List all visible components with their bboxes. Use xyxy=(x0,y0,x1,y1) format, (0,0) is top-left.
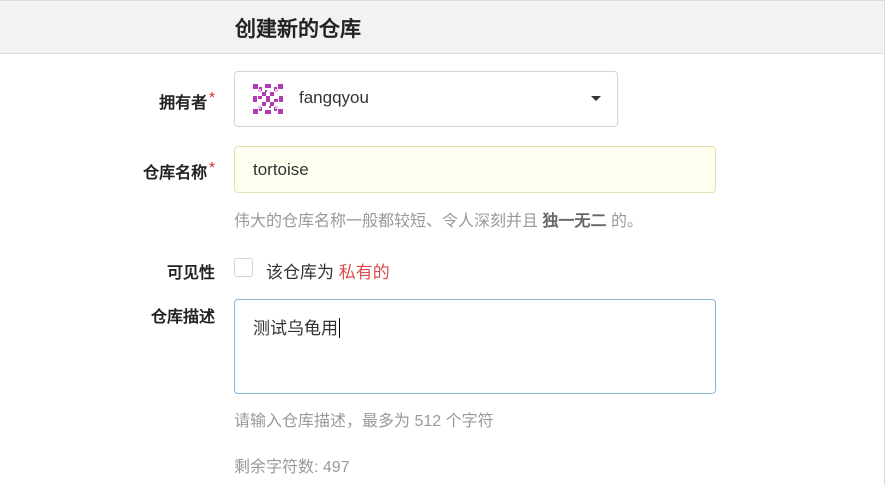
description-value: 测试乌龟用 xyxy=(253,319,338,338)
private-checkbox[interactable] xyxy=(234,258,253,277)
page-header: 创建新的仓库 xyxy=(0,0,885,54)
repo-name-label: 仓库名称 * xyxy=(143,159,215,183)
page-title: 创建新的仓库 xyxy=(235,18,361,41)
content-border xyxy=(884,52,885,485)
help-prefix: 伟大的仓库名称一般都较短、令人深刻并且 xyxy=(234,213,539,230)
description-textarea[interactable]: 测试乌龟用 xyxy=(234,299,716,394)
repo-name-label-text: 仓库名称 xyxy=(143,165,208,182)
repo-name-input[interactable]: tortoise xyxy=(234,146,716,193)
owner-label: 拥有者 * xyxy=(159,89,215,113)
private-checkbox-label[interactable]: 该仓库为 私有的 xyxy=(266,258,390,283)
help-suffix: 的。 xyxy=(610,213,643,230)
caret-down-icon xyxy=(591,96,601,101)
description-help: 请输入仓库描述，最多为 512 个字符 xyxy=(234,413,494,430)
required-mark: * xyxy=(209,89,215,106)
owner-name: fangqyou xyxy=(299,88,369,107)
repo-name-help: 伟大的仓库名称一般都较短、令人深刻并且 独一无二 的。 xyxy=(234,207,643,231)
checkbox-text: 该仓库为 xyxy=(266,263,334,282)
identicon-avatar xyxy=(253,84,283,114)
create-repo-page: 创建新的仓库 拥有者 * fangqyou 仓库名称 * tortoise 伟大… xyxy=(0,0,890,485)
visibility-label: 可见性 xyxy=(166,265,215,282)
description-label: 仓库描述 xyxy=(150,309,215,326)
owner-label-text: 拥有者 xyxy=(159,95,208,112)
required-mark: * xyxy=(209,159,215,176)
remaining-chars: 剩余字符数: 497 xyxy=(234,459,350,476)
help-emphasis: 独一无二 xyxy=(542,213,607,230)
owner-dropdown[interactable]: fangqyou xyxy=(234,71,618,127)
private-text: 私有的 xyxy=(338,263,390,282)
text-cursor xyxy=(339,318,340,338)
